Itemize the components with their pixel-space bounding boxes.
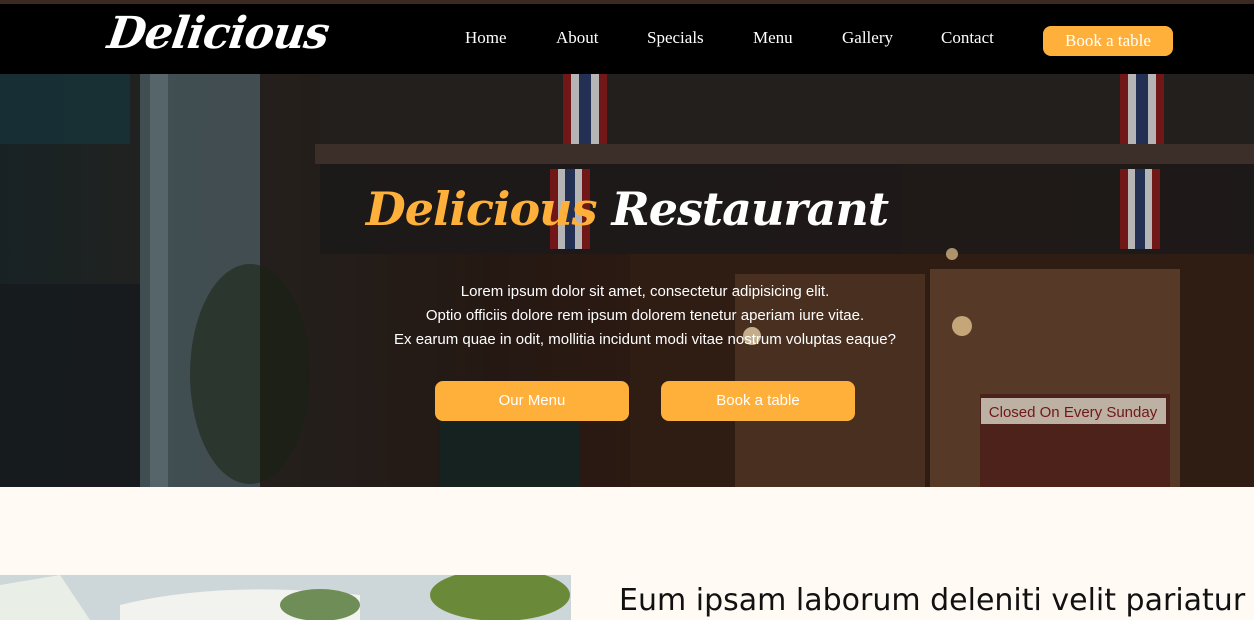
hero-description: Lorem ipsum dolor sit amet, consectetur … bbox=[0, 280, 1254, 352]
nav-link-menu[interactable]: Menu bbox=[753, 28, 793, 48]
nav-link-home[interactable]: Home bbox=[465, 28, 507, 48]
nav-link-gallery[interactable]: Gallery bbox=[842, 28, 893, 48]
hero-text-line: Optio officiis dolore rem ipsum dolorem … bbox=[425, 307, 865, 324]
nav-book-table-button[interactable]: Book a table bbox=[1043, 26, 1173, 56]
hero-title-rest: Restaurant bbox=[611, 182, 890, 236]
about-image bbox=[0, 575, 571, 620]
book-table-button[interactable]: Book a table bbox=[661, 381, 855, 421]
nav-link-specials[interactable]: Specials bbox=[647, 28, 704, 48]
nav-link-about[interactable]: About bbox=[556, 28, 599, 48]
hero-section: Closed On Every Sunday Delicious Restaur… bbox=[0, 74, 1254, 487]
hero-text-line: Lorem ipsum dolor sit amet, consectetur … bbox=[460, 283, 830, 300]
nav-link-contact[interactable]: Contact bbox=[941, 28, 994, 48]
hero-text-line: Ex earum quae in odit, mollitia incidunt… bbox=[394, 331, 896, 348]
about-section: Eum ipsam laborum deleniti velit pariatu… bbox=[0, 487, 1254, 620]
about-heading: Eum ipsam laborum deleniti velit pariatu… bbox=[619, 583, 1246, 618]
site-logo[interactable]: Delicious bbox=[104, 8, 331, 59]
navbar: Delicious Home About Specials Menu Galle… bbox=[0, 4, 1254, 74]
hero-title-accent: Delicious bbox=[365, 182, 598, 236]
hero-title: Delicious Restaurant bbox=[0, 182, 1254, 236]
our-menu-button[interactable]: Our Menu bbox=[435, 381, 629, 421]
